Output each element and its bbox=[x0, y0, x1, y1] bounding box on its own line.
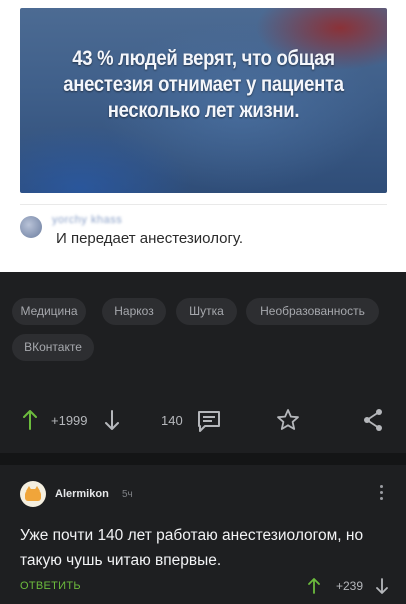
arrow-down-icon[interactable] bbox=[104, 410, 120, 430]
post-image[interactable]: 43 % людей верят, что общая анестезия от… bbox=[20, 8, 387, 193]
star-icon[interactable] bbox=[276, 408, 300, 432]
comment-icon[interactable] bbox=[197, 410, 221, 432]
comment-author[interactable]: Alermikon bbox=[55, 488, 109, 500]
avatar[interactable] bbox=[20, 481, 46, 507]
comment-item: Alermikon 5ч Уже почти 140 лет работаю а… bbox=[0, 465, 406, 604]
quoted-text: И передает анестезиологу. bbox=[56, 230, 244, 247]
tag-medicine[interactable]: Медицина bbox=[12, 298, 86, 325]
arrow-up-icon[interactable] bbox=[22, 410, 38, 430]
comment-text: Уже почти 140 лет работаю анестезиологом… bbox=[20, 527, 364, 569]
post-content: 43 % людей верят, что общая анестезия от… bbox=[0, 0, 406, 272]
comment-downvote-icon[interactable] bbox=[376, 578, 388, 594]
post-rating: +1999 bbox=[51, 413, 88, 428]
tag-vkontakte[interactable]: ВКонтакте bbox=[12, 334, 94, 361]
post-actions: +1999 140 bbox=[0, 400, 406, 440]
quoted-avatar bbox=[20, 216, 42, 238]
post-image-text: 43 % людей верят, что общая анестезия от… bbox=[63, 47, 344, 122]
comments-count: 140 bbox=[161, 413, 183, 428]
quoted-author: yorchy khass bbox=[52, 214, 123, 226]
comment-time: 5ч bbox=[122, 489, 133, 500]
comment-rating: +239 bbox=[336, 579, 364, 593]
quoted-comment: yorchy khass И передает анестезиологу. bbox=[20, 204, 387, 254]
section-divider bbox=[0, 453, 406, 465]
share-icon[interactable] bbox=[362, 408, 384, 432]
more-icon[interactable] bbox=[378, 485, 384, 503]
reply-button[interactable]: ОТВЕТИТЬ bbox=[20, 580, 81, 592]
tag-ignorance[interactable]: Необразованность bbox=[246, 298, 379, 325]
comment-upvote-icon[interactable] bbox=[308, 578, 320, 594]
tag-narkoz[interactable]: Наркоз bbox=[102, 298, 166, 325]
tag-joke[interactable]: Шутка bbox=[176, 298, 237, 325]
